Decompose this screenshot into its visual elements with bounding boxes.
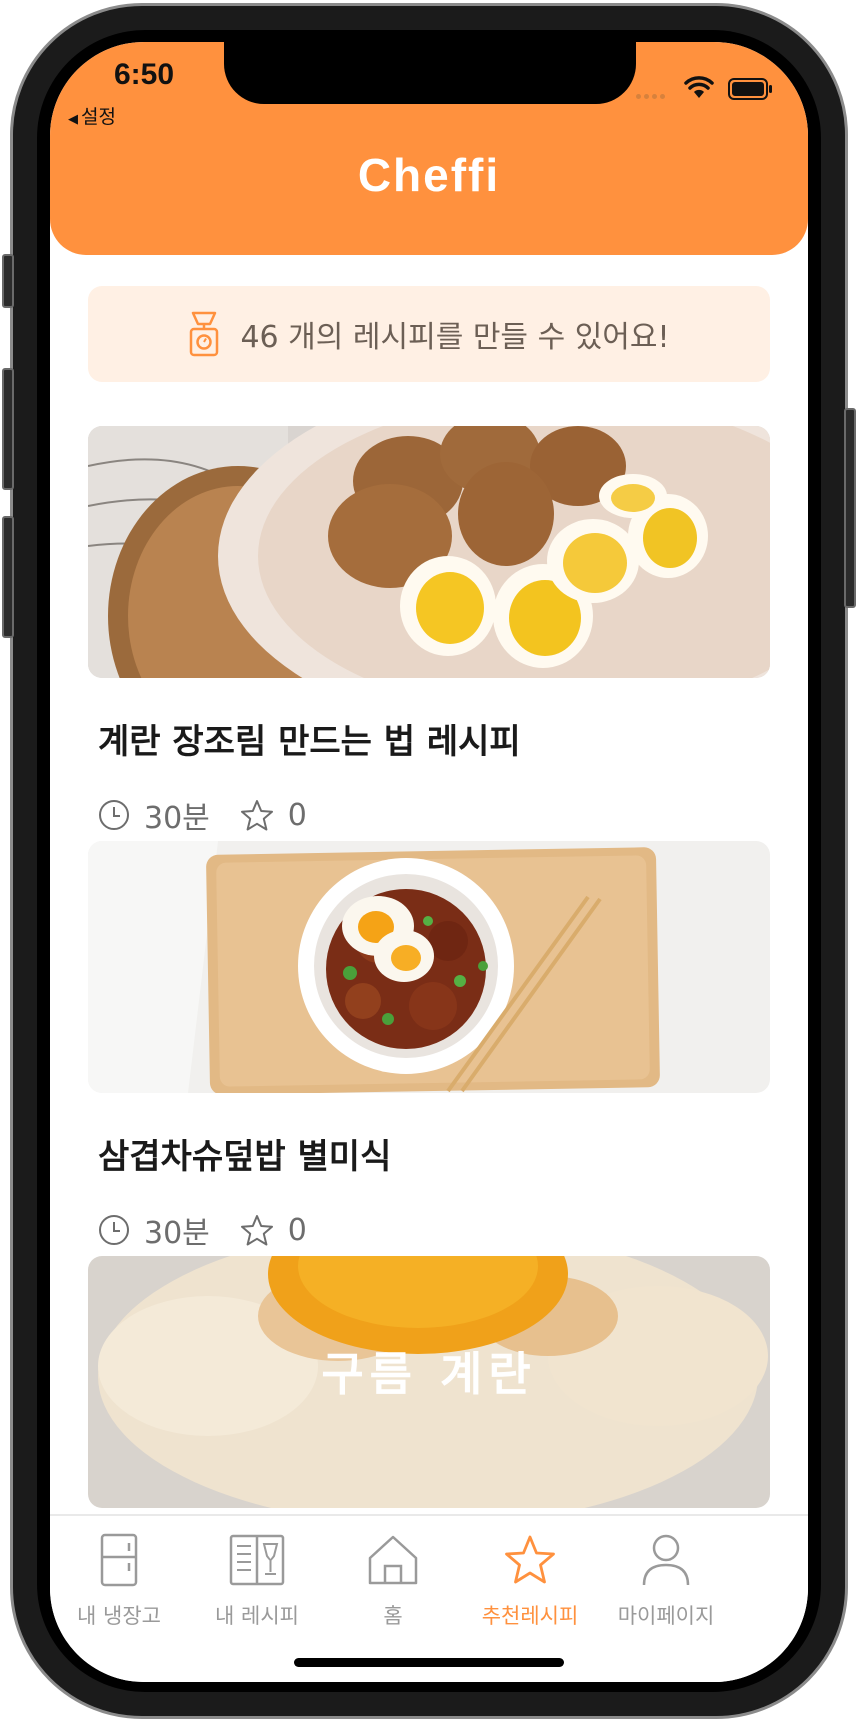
available-recipes-count: 46 개의 레시피를 만들 수 있어요! — [240, 320, 670, 355]
pork-belly-rice-bowl-photo — [88, 841, 770, 1093]
app-title: Cheffi — [357, 149, 501, 201]
recipe-card[interactable]: 구름 계란 — [88, 1256, 770, 1508]
cook-time: 30분 — [144, 1216, 210, 1251]
tab-recommended-recipes[interactable]: 추천레시피 — [455, 1526, 605, 1630]
star-outline-icon — [240, 799, 274, 831]
wifi-icon — [684, 76, 714, 98]
recipe-feed[interactable]: 46 개의 레시피를 만들 수 있어요! 계란 장조림 만드는 법 레시피 30… — [50, 255, 808, 1557]
tab-label: 홈 — [383, 1604, 403, 1628]
recipe-book-icon — [182, 1526, 332, 1594]
mute-switch — [2, 254, 14, 308]
tab-home[interactable]: 홈 — [318, 1526, 468, 1630]
bottom-tab-bar: 내 냉장고 내 레시피 홈 추천레시피 마이페이지 — [50, 1514, 808, 1682]
app-screen: 6:50 ◀ 설정 Cheffi 46 개의 레시피를 만들 수 있어요! 계란… — [50, 42, 808, 1682]
available-recipes-banner: 46 개의 레시피를 만들 수 있어요! — [88, 286, 770, 382]
recipe-meta: 30분 0 — [98, 1208, 770, 1252]
tab-my-page[interactable]: 마이페이지 — [591, 1526, 741, 1630]
app-header: 6:50 ◀ 설정 Cheffi — [50, 42, 808, 255]
tab-label: 마이페이지 — [617, 1604, 715, 1628]
rating-value: 0 — [287, 1212, 307, 1248]
back-to-settings-link[interactable]: ◀ 설정 — [68, 102, 116, 129]
rating-value: 0 — [287, 797, 307, 833]
person-icon — [591, 1526, 741, 1594]
tab-label: 추천레시피 — [481, 1604, 579, 1628]
recipe-card[interactable]: 계란 장조림 만드는 법 레시피 30분 0 — [88, 426, 770, 837]
recipe-title: 삼겹차슈덮밥 별미식 — [98, 1137, 392, 1177]
tab-my-fridge[interactable]: 내 냉장고 — [50, 1526, 194, 1630]
recipe-title: 계란 장조림 만드는 법 레시피 — [98, 722, 521, 762]
tab-label: 내 냉장고 — [77, 1604, 161, 1628]
tab-my-recipes[interactable]: 내 레시피 — [182, 1526, 332, 1630]
clock-icon — [98, 799, 130, 831]
volume-down-button — [2, 516, 14, 638]
home-icon — [318, 1526, 468, 1594]
back-arrow-icon: ◀ — [68, 112, 78, 127]
back-label: 설정 — [81, 106, 116, 128]
recipe-card[interactable]: 삼겹차슈덮밥 별미식 30분 0 — [88, 841, 770, 1252]
battery-icon — [728, 78, 772, 100]
cloud-egg-overlay-text: 구름 계란 — [321, 1347, 537, 1401]
braised-eggs-photo — [88, 426, 770, 678]
camera-notch — [224, 42, 636, 104]
cellular-signal-icon — [636, 94, 665, 99]
star-icon — [455, 1526, 605, 1594]
tab-label: 내 레시피 — [215, 1604, 299, 1628]
fridge-icon — [50, 1526, 194, 1594]
cloud-egg-photo: 구름 계란 — [88, 1256, 770, 1508]
power-button — [844, 408, 856, 608]
kitchen-scale-icon — [190, 311, 219, 357]
volume-up-button — [2, 368, 14, 490]
star-outline-icon — [240, 1214, 274, 1246]
clock-icon — [98, 1214, 130, 1246]
status-time: 6:50 — [114, 58, 175, 91]
home-indicator — [294, 1658, 564, 1667]
recipe-meta: 30분 0 — [98, 793, 770, 837]
cook-time: 30분 — [144, 801, 210, 836]
